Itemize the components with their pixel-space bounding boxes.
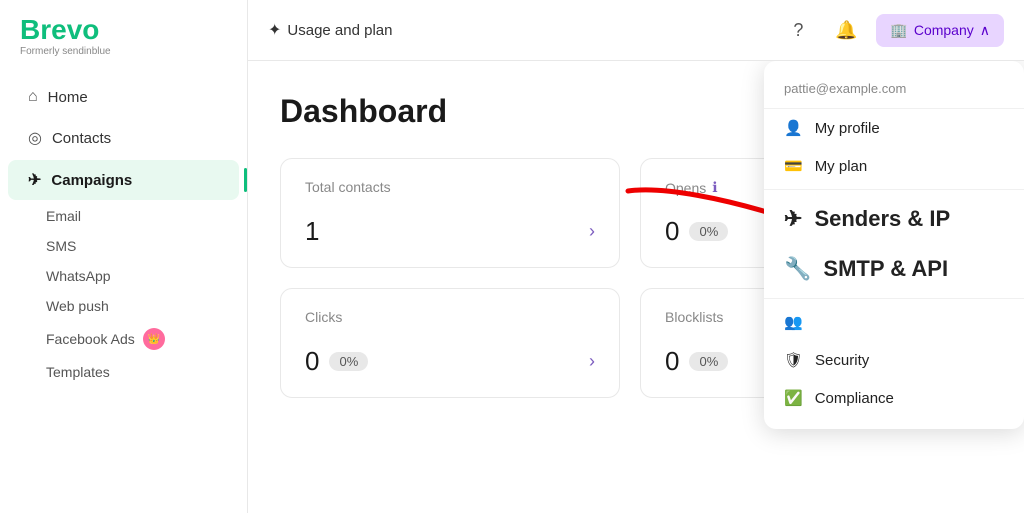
senders-ip-label: Senders & IP [814, 206, 950, 232]
total-contacts-number: 1 [305, 216, 319, 247]
stat-value-total-contacts: 1 › [305, 216, 595, 247]
subnav-whatsapp[interactable]: WhatsApp [46, 261, 247, 291]
crown-badge: 👑 [143, 328, 165, 350]
stat-value-clicks: 0 0% › [305, 346, 595, 377]
opens-text: Opens [665, 180, 706, 196]
subnav-templates-label: Templates [46, 364, 110, 380]
check-circle-icon: ✅ [784, 389, 803, 407]
dropdown-senders-ip[interactable]: ✈ Senders & IP [764, 194, 1024, 244]
wrench-icon: 🔧 [784, 256, 811, 282]
smtp-api-label: SMTP & API [823, 256, 948, 282]
total-contacts-text: Total contacts [305, 179, 391, 195]
header: ✦ Usage and plan ? 🔔 🏢 Company ∧ [248, 0, 1024, 61]
notifications-button[interactable]: 🔔 [828, 12, 864, 48]
opens-info-icon[interactable]: ℹ [712, 179, 717, 196]
subnav-webpush[interactable]: Web push [46, 291, 247, 321]
company-dropdown: pattie@example.com 👤 My profile 💳 My pla… [764, 61, 1024, 429]
opens-number: 0 [665, 216, 679, 247]
subnav-facebook-label: Facebook Ads [46, 331, 135, 347]
blocklists-number: 0 [665, 346, 679, 377]
sidebar: Brevo Formerly sendinblue ⌂ Home ◎ Conta… [0, 0, 248, 513]
subnav-sms[interactable]: SMS [46, 231, 247, 261]
compliance-label: Compliance [815, 390, 894, 407]
blocklists-badge: 0% [689, 352, 728, 371]
subnav-sms-label: SMS [46, 238, 76, 254]
my-profile-label: My profile [815, 120, 880, 137]
clicks-text: Clicks [305, 309, 342, 325]
dropdown-my-profile[interactable]: 👤 My profile [764, 109, 1024, 147]
security-label: Security [815, 352, 869, 369]
sidebar-item-home-label: Home [48, 89, 88, 106]
dropdown-divider-2 [764, 298, 1024, 299]
logo-area: Brevo Formerly sendinblue [0, 16, 247, 77]
dropdown-security[interactable]: 🛡 Security [764, 341, 1024, 379]
usage-icon: ✦ [268, 20, 281, 40]
main-area: ✦ Usage and plan ? 🔔 🏢 Company ∧ Dashboa… [248, 0, 1024, 513]
send-icon: ✈ [784, 206, 802, 232]
sidebar-item-contacts[interactable]: ◎ Contacts [8, 118, 239, 158]
users-icon: 👥 [784, 313, 803, 331]
sidebar-item-contacts-label: Contacts [52, 130, 111, 147]
dropdown-smtp-api[interactable]: 🔧 SMTP & API [764, 244, 1024, 294]
logo-subtitle: Formerly sendinblue [20, 46, 227, 57]
subnav-facebook[interactable]: Facebook Ads 👑 [46, 321, 247, 357]
shield-icon: 🛡 [784, 351, 803, 369]
campaigns-icon: ✈ [28, 170, 41, 190]
blocklists-text: Blocklists [665, 309, 723, 325]
campaigns-subnav: Email SMS WhatsApp Web push Facebook Ads… [0, 201, 247, 387]
stat-card-total-contacts: Total contacts 1 › [280, 158, 620, 268]
dropdown-email: pattie@example.com [764, 73, 1024, 109]
logo-brevo: Brevo [20, 16, 227, 44]
stat-label-clicks: Clicks [305, 309, 595, 325]
sidebar-item-home[interactable]: ⌂ Home [8, 78, 239, 116]
contacts-icon: ◎ [28, 128, 42, 148]
card-icon: 💳 [784, 157, 803, 175]
stat-label-total-contacts: Total contacts [305, 179, 595, 195]
home-icon: ⌂ [28, 88, 38, 106]
subnav-whatsapp-label: WhatsApp [46, 268, 111, 284]
total-contacts-arrow[interactable]: › [589, 221, 595, 242]
clicks-arrow[interactable]: › [589, 351, 595, 372]
sidebar-item-campaigns-label: Campaigns [51, 172, 132, 189]
subnav-email-label: Email [46, 208, 81, 224]
person-icon: 👤 [784, 119, 803, 137]
help-button[interactable]: ? [780, 12, 816, 48]
chevron-up-icon: ∧ [980, 22, 990, 39]
company-label: Company [914, 22, 974, 38]
sidebar-item-campaigns[interactable]: ✈ Campaigns [8, 160, 239, 200]
stat-card-clicks: Clicks 0 0% › [280, 288, 620, 398]
dropdown-divider-1 [764, 189, 1024, 190]
company-building-icon: 🏢 [890, 22, 907, 39]
help-icon: ? [793, 20, 803, 41]
opens-badge: 0% [689, 222, 728, 241]
clicks-number: 0 [305, 346, 319, 377]
usage-and-plan[interactable]: ✦ Usage and plan [268, 20, 393, 40]
my-plan-label: My plan [815, 158, 868, 175]
company-button[interactable]: 🏢 Company ∧ [876, 14, 1004, 47]
clicks-badge: 0% [329, 352, 368, 371]
dropdown-my-plan[interactable]: 💳 My plan [764, 147, 1024, 185]
bell-icon: 🔔 [835, 20, 857, 41]
subnav-email[interactable]: Email [46, 201, 247, 231]
usage-label: Usage and plan [287, 22, 392, 39]
subnav-webpush-label: Web push [46, 298, 109, 314]
dropdown-compliance[interactable]: ✅ Compliance [764, 379, 1024, 417]
dropdown-users[interactable]: 👥 [764, 303, 1024, 341]
content-area: Dashboard Total contacts 1 › Opens ℹ [248, 61, 1024, 513]
subnav-templates[interactable]: Templates [46, 357, 247, 387]
